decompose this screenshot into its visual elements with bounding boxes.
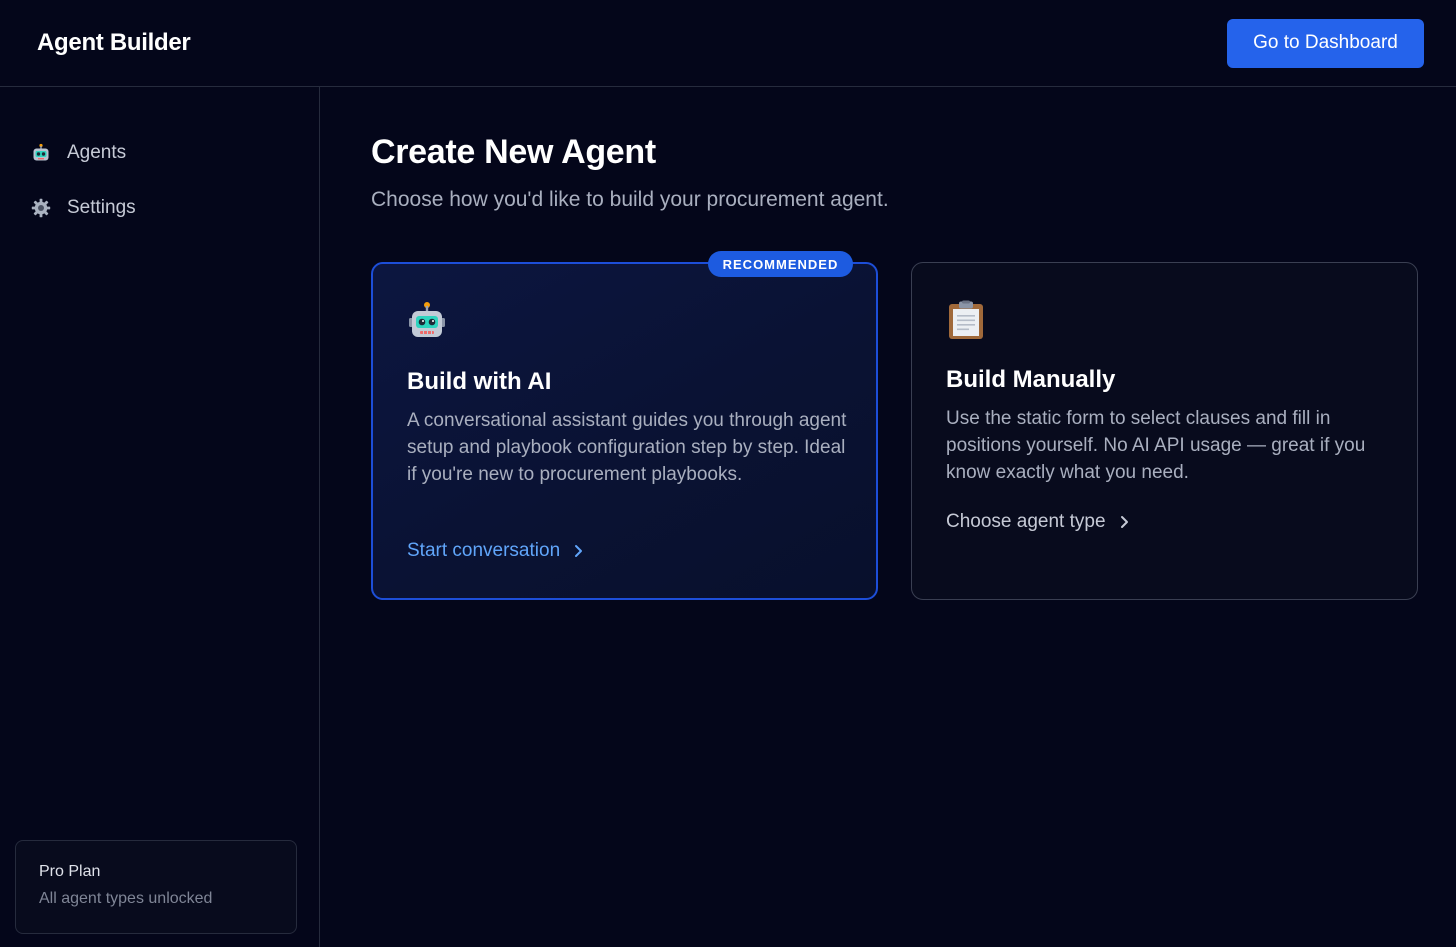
page-title: Create New Agent [371, 133, 656, 171]
robot-icon [407, 301, 447, 341]
chevron-right-icon [1120, 516, 1128, 528]
choose-agent-type-link[interactable]: Choose agent type [946, 511, 1130, 533]
sidebar-item-label: Settings [67, 197, 136, 218]
main-content: Create New Agent Choose how you'd like t… [320, 87, 1456, 947]
gear-icon [30, 197, 52, 219]
robot-icon [30, 142, 52, 164]
build-with-ai-card[interactable]: RECOMMENDED Build with AI A conversation… [371, 251, 878, 600]
card-title: Build Manually [946, 366, 1116, 393]
sidebar: Agents Settings Pro Plan All agent types… [0, 87, 320, 947]
app-title: Agent Builder [37, 29, 191, 56]
sidebar-item-agents[interactable]: Agents [30, 142, 126, 164]
sidebar-item-label: Agents [67, 142, 127, 163]
chevron-right-icon [575, 545, 583, 557]
top-bar: Agent Builder Go to Dashboard [0, 0, 1456, 87]
link-label: Start conversation [407, 540, 561, 561]
card-description: Use the static form to select clauses an… [946, 408, 1366, 483]
go-to-dashboard-button[interactable]: Go to Dashboard [1227, 18, 1424, 68]
card-description: A conversational assistant guides you th… [407, 410, 847, 485]
build-manually-card[interactable]: Build Manually Use the static form to se… [911, 262, 1418, 600]
card-title: Build with AI [407, 368, 552, 395]
plan-title: Pro Plan [39, 863, 101, 880]
page-subtitle: Choose how you'd like to build your proc… [371, 188, 889, 211]
sidebar-item-settings[interactable]: Settings [30, 197, 136, 219]
recommended-badge: RECOMMENDED [708, 251, 853, 277]
clipboard-icon [946, 300, 986, 340]
start-conversation-link[interactable]: Start conversation [407, 540, 584, 562]
plan-card: Pro Plan All agent types unlocked [15, 840, 297, 934]
plan-subtitle: All agent types unlocked [39, 890, 213, 907]
link-label: Choose agent type [946, 511, 1106, 532]
